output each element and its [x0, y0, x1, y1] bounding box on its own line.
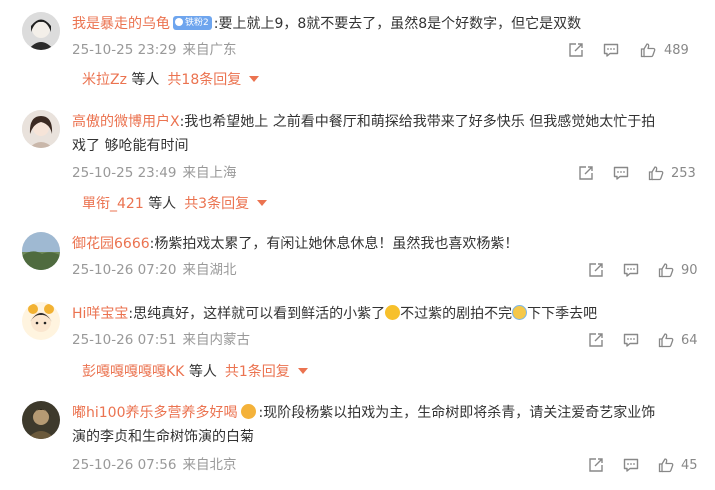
like-count: 253 [671, 166, 696, 181]
thumbs-up-icon[interactable] [639, 41, 657, 59]
comment-item: 高傲的微博用户X:我也希望她上 之前看中餐厅和萌探给我带来了好多快乐 但我感觉她… [0, 110, 715, 216]
comment-icon[interactable] [622, 261, 640, 279]
comment-location: 来自广东 [182, 42, 237, 58]
chevron-down-icon[interactable] [257, 200, 268, 206]
comment-actions: 90 [587, 261, 698, 279]
comment-time: 25-10-26 07:51 [72, 332, 177, 348]
reply-user[interactable]: 單衔_421 [82, 196, 144, 212]
like-count: 90 [681, 263, 698, 278]
share-icon[interactable] [587, 331, 605, 349]
comment-body: :我也希望她上 之前看中餐厅和萌探给我带来了好多快乐 但我感觉她太忙于拍 [179, 114, 656, 130]
comment-body-line2: 戏了 够呛能有时间 [72, 138, 189, 154]
thumbs-up-icon[interactable] [647, 164, 665, 182]
comment-item: 御花园6666:杨紫拍戏太累了，有闲让她休息休息！虽然我也喜欢杨紫！ 25-10… [0, 232, 715, 284]
reply-count[interactable]: 共3条回复 [184, 196, 249, 212]
comment-meta: 25-10-26 07:51 来自内蒙古 [72, 331, 250, 349]
username-link[interactable]: 御花园6666 [72, 236, 150, 252]
username-link[interactable]: 嘟hi100养乐多营养多好喝 [72, 405, 237, 421]
comment-text: 高傲的微博用户X:我也希望她上 之前看中餐厅和萌探给我带来了好多快乐 但我感觉她… [72, 110, 697, 158]
share-icon[interactable] [567, 41, 585, 59]
comment-icon[interactable] [622, 331, 640, 349]
username-link[interactable]: 高傲的微博用户X [72, 114, 180, 130]
comment-time: 25-10-25 23:29 [72, 42, 177, 58]
comment-actions: 64 [587, 331, 698, 349]
comment-body: :现阶段杨紫以拍戏为主，生命树即将杀青，请关注爱奇艺家业饰 [258, 405, 656, 421]
comment-time: 25-10-26 07:20 [72, 262, 177, 278]
comment-item: 嘟hi100养乐多营养多好喝 :现阶段杨紫以拍戏为主，生命树即将杀青，请关注爱奇艺… [0, 401, 715, 490]
thumbs-up-icon[interactable] [657, 331, 675, 349]
comment-body: :杨紫拍戏太累了，有闲让她休息休息！虽然我也喜欢杨紫！ [149, 236, 519, 252]
comment-time: 25-10-26 07:56 [72, 457, 177, 473]
comment-item: Hi咩宝宝:思纯真好，这样就可以看到鲜活的小紫了 不过紫的剧拍不完 下下季去吧 25… [0, 302, 715, 384]
comment-actions: 489 [567, 41, 697, 59]
reply-summary[interactable]: 米拉Zz 等人 共18条回复 [82, 71, 260, 89]
comment-body-line2: 演的李贞和生命树饰演的白菊 [72, 429, 254, 445]
fan-badge: 铁粉2 [173, 16, 212, 30]
emoji-icon [512, 305, 528, 320]
reply-user[interactable]: 米拉Zz [82, 72, 127, 88]
fan-badge-icon [175, 18, 183, 26]
share-icon[interactable] [577, 164, 595, 182]
comment-text: 御花园6666:杨紫拍戏太累了，有闲让她休息休息！虽然我也喜欢杨紫！ [72, 232, 697, 256]
like-count: 64 [681, 333, 698, 348]
reply-summary[interactable]: 單衔_421 等人 共3条回复 [82, 195, 268, 213]
comment-body-c: 下下季去吧 [527, 306, 598, 322]
comment-meta: 25-10-25 23:49 来自上海 [72, 164, 236, 182]
comment-location: 来自内蒙古 [182, 332, 250, 348]
comment-text: 嘟hi100养乐多营养多好喝 :现阶段杨紫以拍戏为主，生命树即将杀青，请关注爱奇艺… [72, 401, 697, 449]
reply-count[interactable]: 共1条回复 [225, 364, 290, 380]
reply-suffix: 等人 [148, 196, 177, 212]
fan-badge-label: 铁粉2 [185, 18, 209, 28]
comment-icon[interactable] [622, 456, 640, 474]
like-count: 45 [681, 458, 698, 473]
comment-icon[interactable] [612, 164, 630, 182]
share-icon[interactable] [587, 456, 605, 474]
comment-text: 我是暴走的乌龟 铁粉2 :要上就上9，8就不要去了，虽然8是个好数字，但它是双数 [72, 12, 697, 36]
comment-meta: 25-10-26 07:56 来自北京 [72, 456, 236, 474]
comment-item: 我是暴走的乌龟 铁粉2 :要上就上9，8就不要去了，虽然8是个好数字，但它是双数 2… [0, 12, 715, 94]
comment-body: :思纯真好，这样就可以看到鲜活的小紫了 [128, 306, 386, 322]
username-link[interactable]: 我是暴走的乌龟 [72, 16, 170, 32]
avatar[interactable] [22, 232, 60, 270]
thumbs-up-icon[interactable] [657, 261, 675, 279]
chevron-down-icon[interactable] [297, 368, 308, 374]
comment-actions: 253 [577, 164, 697, 182]
crown-badge-icon [241, 404, 257, 419]
avatar[interactable] [22, 110, 60, 148]
comment-actions: 45 [587, 456, 698, 474]
comment-meta: 25-10-25 23:29 来自广东 [72, 41, 236, 59]
share-icon[interactable] [587, 261, 605, 279]
emoji-icon [385, 305, 401, 320]
comment-location: 来自湖北 [182, 262, 237, 278]
comment-time: 25-10-25 23:49 [72, 165, 177, 181]
username-link[interactable]: Hi咩宝宝 [72, 306, 128, 322]
comment-location: 来自北京 [182, 457, 237, 473]
reply-suffix: 等人 [131, 72, 160, 88]
comment-body-b: 不过紫的剧拍不完 [400, 306, 513, 322]
reply-count[interactable]: 共18条回复 [167, 72, 241, 88]
thumbs-up-icon[interactable] [657, 456, 675, 474]
avatar[interactable] [22, 12, 60, 50]
comment-location: 来自上海 [182, 165, 237, 181]
reply-summary[interactable]: 彭嘎嘎嘎嘎嘎KK 等人 共1条回复 [82, 363, 308, 381]
comment-text: Hi咩宝宝:思纯真好，这样就可以看到鲜活的小紫了 不过紫的剧拍不完 下下季去吧 [72, 302, 697, 326]
comment-meta: 25-10-26 07:20 来自湖北 [72, 261, 236, 279]
like-count: 489 [664, 43, 689, 58]
comment-icon[interactable] [602, 41, 620, 59]
comment-body: :要上就上9，8就不要去了，虽然8是个好数字，但它是双数 [213, 16, 582, 32]
chevron-down-icon[interactable] [249, 76, 260, 82]
avatar[interactable] [22, 302, 60, 340]
reply-user[interactable]: 彭嘎嘎嘎嘎嘎KK [82, 364, 184, 380]
reply-suffix: 等人 [188, 364, 217, 380]
avatar[interactable] [22, 401, 60, 439]
